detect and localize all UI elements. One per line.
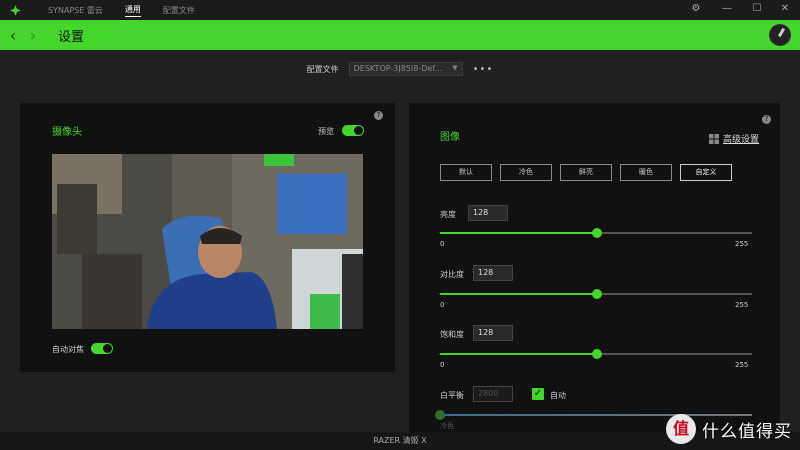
brightness-max: 255 bbox=[735, 240, 749, 248]
white-balance-min: 冷色 bbox=[440, 422, 454, 430]
white-balance-input[interactable]: 2800 bbox=[473, 386, 513, 402]
white-balance-auto-label: 自动 bbox=[550, 391, 566, 400]
page-header: ‹ › 设置 bbox=[0, 20, 800, 50]
contrast-label: 对比度 bbox=[440, 270, 464, 279]
saturation-max: 255 bbox=[735, 361, 749, 369]
image-panel: ? 图像 高级设置 默认 冷色 鲜亮 暖色 自定义 亮度 128 0 255 对… bbox=[409, 103, 780, 432]
settings-gear-icon[interactable]: ⚙ bbox=[689, 3, 703, 14]
maximize-icon[interactable]: ☐ bbox=[750, 3, 764, 14]
preset-warm-button[interactable]: 暖色 bbox=[620, 164, 672, 181]
saturation-label: 饱和度 bbox=[440, 330, 464, 339]
autofocus-toggle[interactable] bbox=[91, 343, 113, 354]
slider-handle[interactable] bbox=[591, 349, 602, 359]
slider-handle[interactable] bbox=[591, 228, 602, 238]
advanced-settings-link[interactable]: 高级设置 bbox=[709, 132, 759, 145]
saturation-slider[interactable] bbox=[440, 349, 752, 359]
preview-label: 预览 bbox=[318, 127, 334, 136]
preview-toggle[interactable] bbox=[342, 125, 364, 136]
slider-handle bbox=[435, 410, 445, 420]
main-content: 配置文件 DESKTOP-3J85I8-Def... ▼ ••• ? 摄像头 预… bbox=[0, 50, 800, 432]
more-options-icon[interactable]: ••• bbox=[473, 64, 494, 75]
profile-label: 配置文件 bbox=[306, 64, 339, 74]
preset-default-button[interactable]: 默认 bbox=[440, 164, 492, 181]
watermark-text: 什么值得买 bbox=[702, 421, 792, 442]
white-balance-auto-checkbox[interactable]: ✓ bbox=[532, 388, 544, 400]
brightness-input[interactable]: 128 bbox=[468, 205, 508, 221]
image-title: 图像 bbox=[440, 132, 460, 143]
camera-preview bbox=[52, 154, 363, 329]
page-title: 设置 bbox=[58, 29, 85, 45]
help-icon[interactable]: ? bbox=[762, 115, 771, 124]
camera-title: 摄像头 bbox=[52, 127, 82, 138]
slider-fill bbox=[440, 353, 597, 355]
close-icon[interactable]: ✕ bbox=[778, 3, 792, 14]
chevron-right-icon[interactable]: › bbox=[26, 26, 40, 45]
profile-dropdown[interactable]: DESKTOP-3J85I8-Def... ▼ bbox=[348, 62, 463, 76]
title-bar: SYNAPSE 雷云 通用 配置文件 ⚙ — ☐ ✕ bbox=[0, 0, 800, 20]
advanced-settings-label: 高级设置 bbox=[723, 135, 760, 145]
minimize-icon[interactable]: — bbox=[720, 3, 734, 14]
contrast-max: 255 bbox=[735, 301, 749, 309]
watermark: 值 什么值得买 bbox=[666, 414, 792, 444]
profile-row: 配置文件 DESKTOP-3J85I8-Def... ▼ ••• bbox=[0, 62, 800, 76]
contrast-slider[interactable] bbox=[440, 289, 752, 299]
white-balance-label: 白平衡 bbox=[440, 391, 464, 400]
contrast-min: 0 bbox=[440, 301, 445, 309]
profile-selected-value: DESKTOP-3J85I8-Def... bbox=[353, 64, 443, 73]
autofocus-label: 自动对焦 bbox=[52, 345, 84, 354]
slider-handle[interactable] bbox=[591, 289, 602, 299]
brightness-min: 0 bbox=[440, 240, 445, 248]
preset-cool-button[interactable]: 冷色 bbox=[500, 164, 552, 181]
chevron-left-icon[interactable]: ‹ bbox=[6, 26, 20, 45]
slider-fill bbox=[440, 232, 597, 234]
watermark-logo: 值 bbox=[666, 414, 696, 444]
saturation-input[interactable]: 128 bbox=[473, 325, 513, 341]
razer-logo-icon bbox=[8, 3, 22, 17]
camera-feed-image bbox=[52, 154, 363, 329]
contrast-input[interactable]: 128 bbox=[473, 265, 513, 281]
brand-label: SYNAPSE 雷云 bbox=[48, 5, 103, 15]
help-icon[interactable]: ? bbox=[374, 111, 383, 120]
slider-fill bbox=[440, 293, 597, 295]
preset-custom-button[interactable]: 自定义 bbox=[680, 164, 732, 181]
brightness-slider[interactable] bbox=[440, 228, 752, 238]
camera-panel: ? 摄像头 预览 自动对焦 bbox=[20, 103, 395, 372]
nav-profiles[interactable]: 配置文件 bbox=[163, 5, 195, 16]
nav-general[interactable]: 通用 bbox=[124, 4, 141, 17]
preset-vivid-button[interactable]: 鲜亮 bbox=[560, 164, 612, 181]
avatar[interactable] bbox=[769, 24, 791, 46]
windows-icon bbox=[709, 133, 719, 144]
chevron-down-icon: ▼ bbox=[452, 64, 458, 72]
preset-buttons: 默认 冷色 鲜亮 暖色 自定义 bbox=[440, 164, 732, 181]
saturation-min: 0 bbox=[440, 361, 445, 369]
brightness-label: 亮度 bbox=[440, 210, 456, 219]
